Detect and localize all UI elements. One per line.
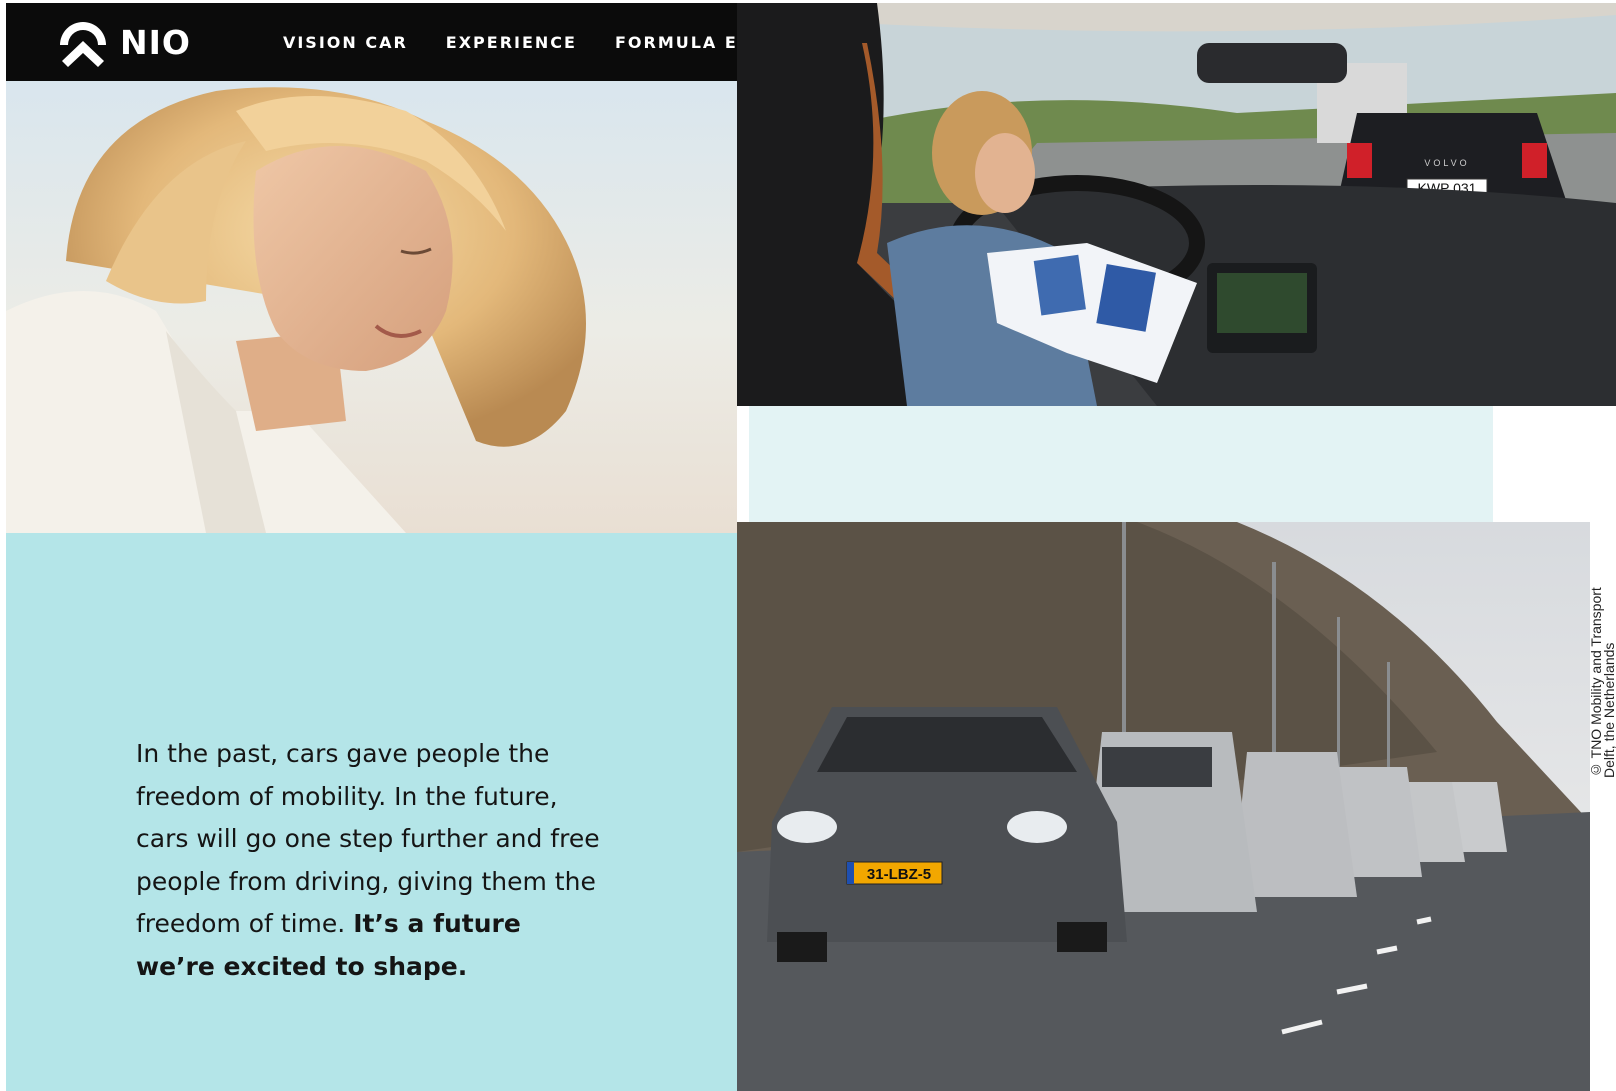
mission-statement: In the past, cars gave people the freedo… — [136, 733, 606, 988]
platoon-illustration: 31-LBZ-5 — [737, 522, 1590, 1091]
photo-credit: © TNO Mobility and Transport Delft, the … — [1590, 528, 1616, 778]
platoon-car-1: 31-LBZ-5 — [767, 707, 1127, 962]
lead-car-badge: VOLVO — [1424, 158, 1469, 168]
nio-logo[interactable]: NIO — [56, 17, 191, 67]
photo-credit-line-2: Delft, the Netherlands — [1601, 642, 1616, 778]
nio-website-panel: NIO VISION CAR EXPERIENCE FORMULA E In t… — [6, 3, 737, 1091]
nav-link-vision-car[interactable]: VISION CAR — [283, 33, 408, 52]
top-navigation-bar: NIO VISION CAR EXPERIENCE FORMULA E — [6, 3, 737, 81]
front-car-plate: 31-LBZ-5 — [867, 866, 931, 883]
nav-link-formula-e[interactable]: FORMULA E — [615, 33, 738, 52]
hero-illustration — [6, 87, 586, 533]
driver-illustration: KWP 031 VOLVO — [737, 3, 1616, 406]
nav-links: VISION CAR EXPERIENCE FORMULA E — [283, 33, 776, 52]
photo-car-platoon: 31-LBZ-5 — [737, 522, 1590, 1091]
hero-image-woman — [6, 81, 737, 533]
brand-name: NIO — [120, 22, 191, 62]
nio-logo-icon — [60, 22, 106, 67]
mission-text-block: In the past, cars gave people the freedo… — [6, 533, 737, 1091]
nav-link-experience[interactable]: EXPERIENCE — [446, 33, 577, 52]
photo-autonomous-driver-reading: KWP 031 VOLVO — [737, 3, 1616, 406]
pale-cyan-band — [749, 406, 1493, 522]
